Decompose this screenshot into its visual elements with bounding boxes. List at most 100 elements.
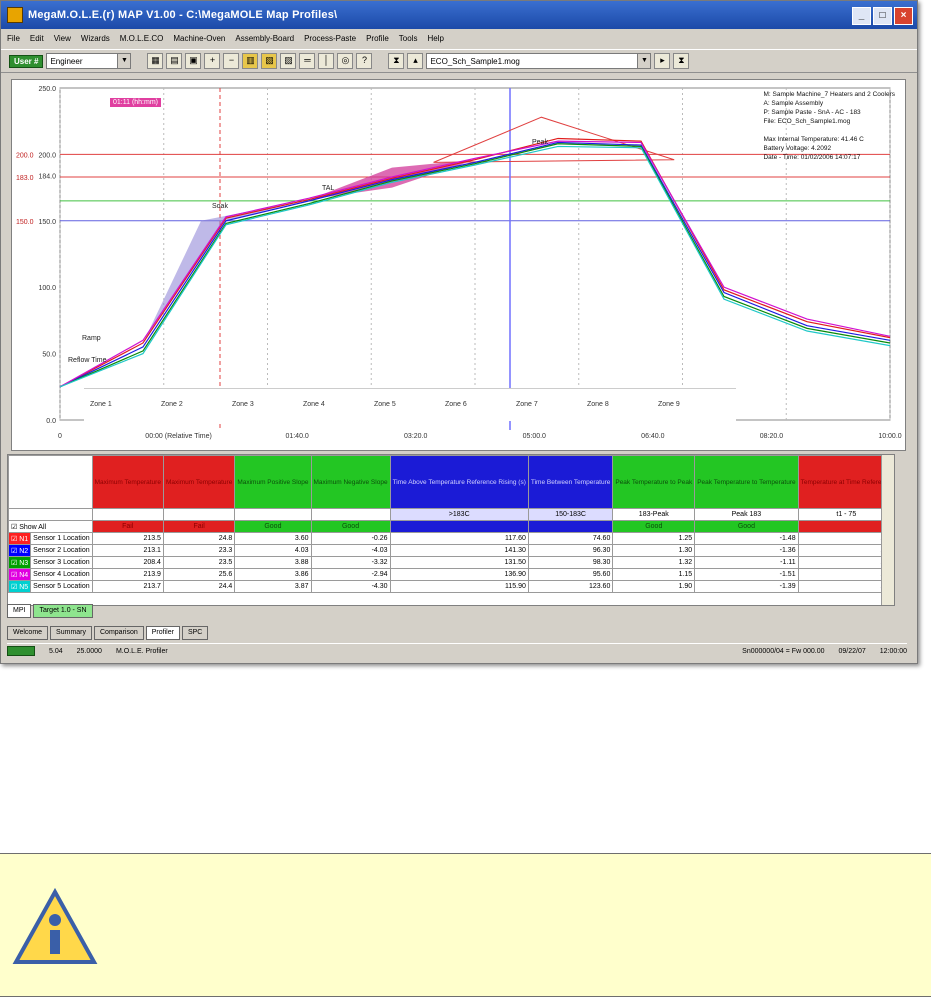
print-icon[interactable]: ▣: [185, 53, 202, 69]
status-bar: 5.04 25.0000 M.O.L.E. Profiler Sn000000/…: [7, 643, 907, 658]
menu-item[interactable]: Wizards: [81, 34, 110, 43]
info-line: P: Sample Paste - SnA - AC - 183: [763, 109, 861, 116]
board-icon[interactable]: ▧: [261, 53, 278, 69]
spec-cell: 150-183C: [527, 508, 614, 521]
file-combo-value: ECO_Sch_Sample1.mog: [430, 56, 520, 66]
table-cell: -4.30: [310, 580, 391, 593]
sensor-name: Sensor 5 Location: [30, 580, 93, 593]
view-tab[interactable]: SPC: [181, 626, 209, 640]
vertical-scrollbar[interactable]: [881, 455, 894, 605]
sensor-checkbox[interactable]: ☑ N4: [8, 568, 32, 581]
menu-item[interactable]: Machine-Oven: [173, 34, 225, 43]
menu-item[interactable]: Profile: [366, 34, 389, 43]
device-name: M.O.L.E. Profiler: [115, 647, 168, 655]
table-cell: 141.30: [389, 544, 529, 557]
time-text: 12:00:00: [879, 647, 907, 655]
sensor-checkbox[interactable]: ☑ N2: [8, 544, 32, 557]
x-tick-label: 00:00 (Relative Time): [145, 433, 212, 440]
status-cell: Good: [612, 520, 696, 533]
menu-item[interactable]: Assembly-Board: [235, 34, 294, 43]
minimize-button[interactable]: _: [852, 7, 871, 25]
x-tick-label: 10:00.0: [878, 433, 901, 440]
table-row[interactable]: ☑ N2 Sensor 2 Location 213.1 23.3 4.03 -4.03 1…: [8, 544, 894, 557]
column-header[interactable]: Maximum Positive Slope: [234, 455, 312, 509]
column-header[interactable]: Maximum Temperature: [162, 455, 236, 509]
menu-item[interactable]: M.O.L.E.CO: [120, 34, 164, 43]
menu-item[interactable]: File: [7, 34, 20, 43]
menu-item[interactable]: Process-Paste: [304, 34, 356, 43]
close-button[interactable]: ×: [894, 7, 913, 25]
column-header[interactable]: Maximum Temperature: [91, 455, 164, 509]
chevron-down-icon[interactable]: ▼: [117, 54, 131, 68]
stats-table: Maximum Temperature Maximum Temperature Ma…: [7, 454, 895, 606]
column-header[interactable]: Peak Temperature to Temperature: [694, 455, 799, 509]
sensor-checkbox[interactable]: ☑ N5: [8, 580, 32, 593]
toolbar: User # Engineer ▼ ▦ ▤ ▣ + − ▥ ▧ ▨ ═ │ ◎ …: [1, 49, 917, 73]
user-button[interactable]: User #: [9, 54, 44, 68]
download-icon[interactable]: ▴: [407, 53, 424, 69]
maximize-button[interactable]: □: [873, 7, 892, 25]
menu-item[interactable]: View: [54, 34, 71, 43]
table-cell: 136.90: [389, 568, 529, 581]
user-combo[interactable]: Engineer ▼: [46, 53, 132, 69]
zoom-out-icon[interactable]: −: [223, 53, 240, 69]
upload-icon[interactable]: ⧗: [388, 53, 405, 69]
column-header[interactable]: Time Above Temperature Reference Rising …: [389, 455, 529, 509]
voltage-value: 25.0000: [76, 647, 102, 655]
y-tick-label: 50.0: [42, 352, 56, 359]
show-all-checkbox[interactable]: ☑ Show All: [8, 520, 93, 533]
view-tab[interactable]: Profiler: [145, 626, 180, 640]
file-combo[interactable]: ECO_Sch_Sample1.mog ▼: [426, 53, 652, 69]
next-icon[interactable]: ▸: [654, 53, 671, 69]
x-tick-label: 05:00.0: [523, 433, 546, 440]
help-icon[interactable]: ?: [356, 53, 373, 69]
sheet-tab[interactable]: MPI: [7, 604, 32, 618]
export-icon[interactable]: ⧗: [673, 53, 690, 69]
table-cell: 96.30: [527, 544, 614, 557]
chart-annotation: Reflow Time: [68, 357, 107, 364]
ruler-icon[interactable]: ═: [299, 53, 316, 69]
status-cell: [389, 520, 529, 533]
save-icon[interactable]: ▤: [166, 53, 183, 69]
header-corner: [8, 455, 93, 509]
chart-annotation: TAL: [322, 185, 334, 192]
sensor-checkbox[interactable]: ☑ N1: [8, 532, 32, 545]
menu-item[interactable]: Help: [427, 34, 443, 43]
chevron-down-icon[interactable]: ▼: [637, 54, 651, 68]
table-row[interactable]: ☑ N3 Sensor 3 Location 208.4 23.5 3.88 -3.32 1…: [8, 556, 894, 569]
sensor-checkbox[interactable]: ☑ N3: [8, 556, 32, 569]
table-cell: 1.30: [612, 544, 696, 557]
view-tab[interactable]: Welcome: [7, 626, 49, 640]
chart-icon[interactable]: ▦: [147, 53, 164, 69]
spec-cell: [91, 508, 164, 521]
cursor-icon[interactable]: │: [318, 53, 335, 69]
paste-icon[interactable]: ▨: [280, 53, 297, 69]
table-cell: -1.48: [694, 532, 799, 545]
spec-cell: [234, 508, 312, 521]
profile-chart[interactable]: 250.0 200.0 184.0 150.0 100.0 50.0 0.0 0 00:00 (…: [11, 79, 906, 451]
info-note: [0, 853, 931, 997]
column-header[interactable]: Time Between Temperature: [527, 455, 614, 509]
table-row[interactable]: ☑ N4 Sensor 4 Location 213.9 25.6 3.86 -2.94 1…: [8, 568, 894, 581]
table-row[interactable]: ☑ N5 Sensor 5 Location 213.7 24.4 3.87 -4.30 1…: [8, 580, 894, 593]
y-tick-label: 184.0: [38, 174, 56, 181]
spec-cell: [310, 508, 391, 521]
column-header[interactable]: Peak Temperature to Peak: [612, 455, 696, 509]
table-row[interactable]: ☑ N1 Sensor 1 Location 213.5 24.8 3.60 -0.26 1…: [8, 532, 894, 545]
table-cell: -2.94: [310, 568, 391, 581]
sheet-tab[interactable]: Target 1.0 - SN: [33, 604, 93, 618]
info-icon: [12, 887, 98, 964]
oven-icon[interactable]: ▥: [242, 53, 259, 69]
spec-cell: >183C: [389, 508, 529, 521]
menu-bar: File Edit View Wizards M.O.L.E.CO Machine-Ove…: [1, 29, 917, 47]
column-header[interactable]: Maximum Negative Slope: [310, 455, 391, 509]
table-cell: 131.50: [389, 556, 529, 569]
table-cell: 24.4: [162, 580, 236, 593]
view-tab[interactable]: Summary: [50, 626, 92, 640]
menu-item[interactable]: Tools: [399, 34, 418, 43]
menu-item[interactable]: Edit: [30, 34, 44, 43]
table-cell: 98.30: [527, 556, 614, 569]
view-tab[interactable]: Comparison: [94, 626, 144, 640]
camera-icon[interactable]: ◎: [337, 53, 354, 69]
zoom-in-icon[interactable]: +: [204, 53, 221, 69]
